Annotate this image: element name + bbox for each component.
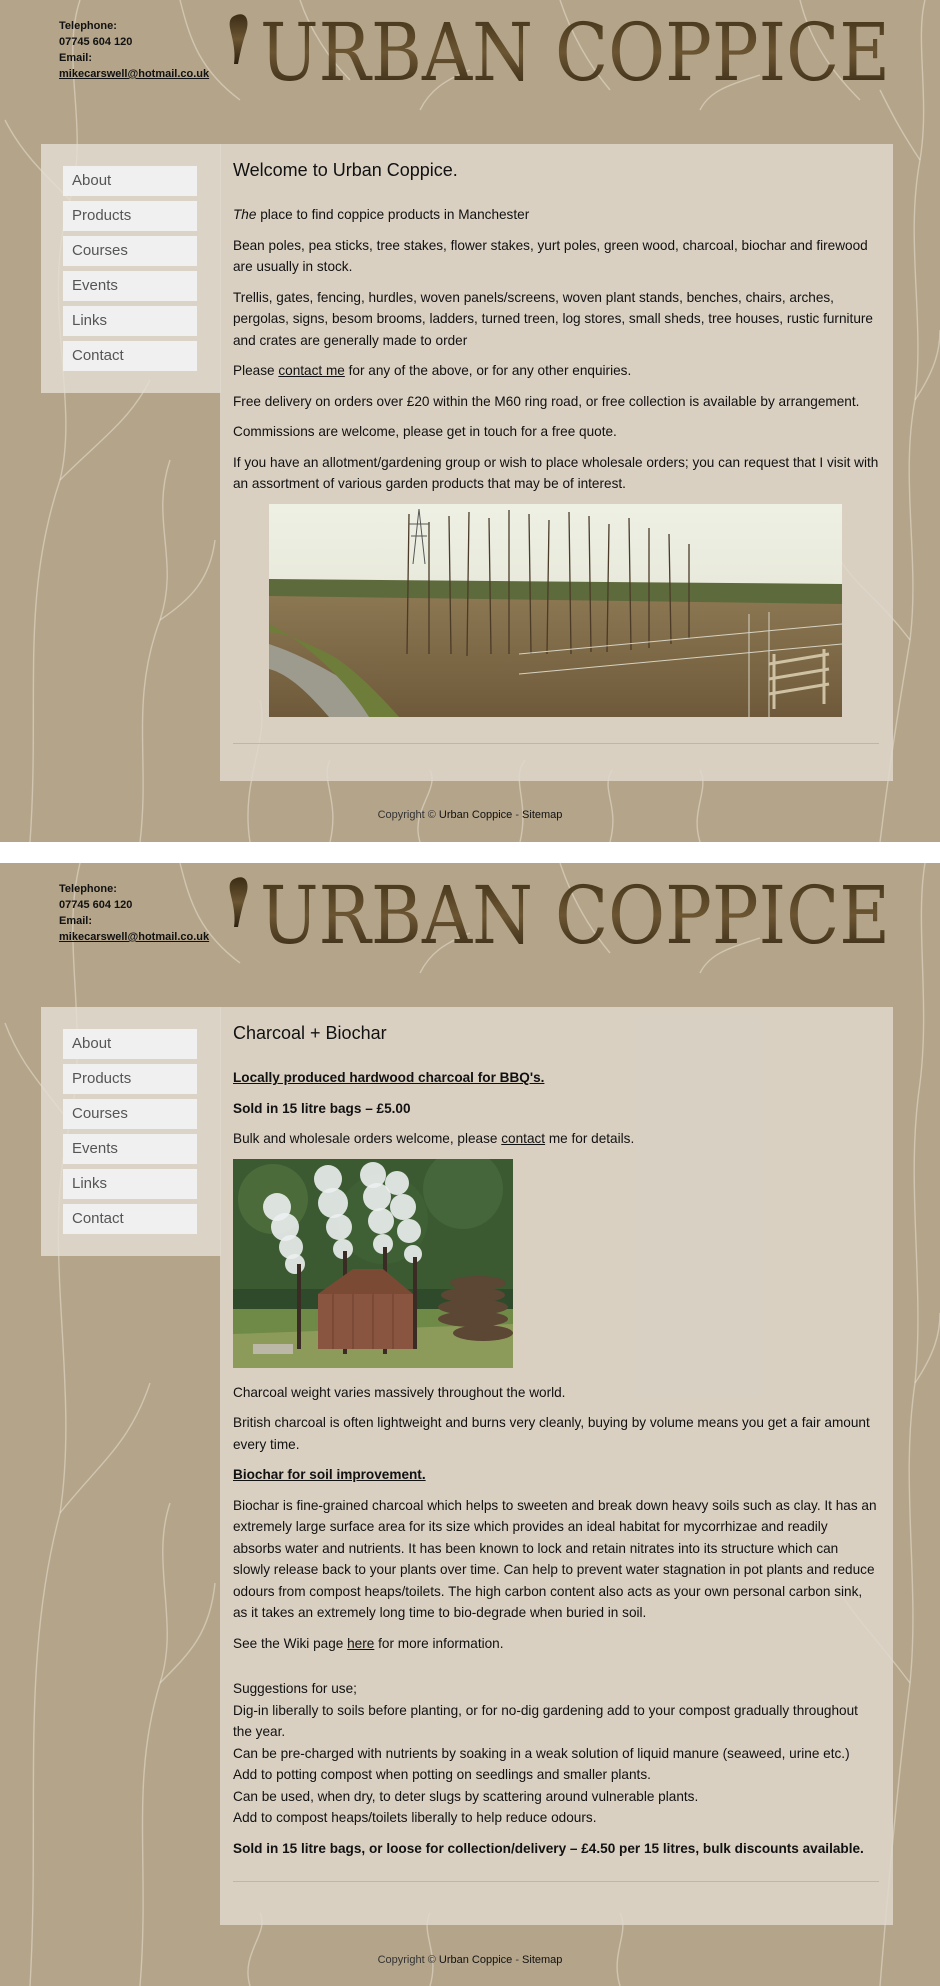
biochar-paragraph: Biochar is fine-grained charcoal which h… <box>233 1497 877 1621</box>
wiki-text-after: for more information. <box>374 1635 504 1651</box>
intro-paragraph: The place to find coppice products in Ma… <box>233 204 879 226</box>
nav-item-courses[interactable]: Courses <box>63 236 197 266</box>
made-to-order-paragraph: Trellis, gates, fencing, hurdles, woven … <box>233 289 873 348</box>
allotment-paragraph: If you have an allotment/gardening group… <box>233 454 879 492</box>
wiki-text-before: See the Wiki page <box>233 1635 348 1651</box>
footer-separator: - <box>512 809 523 821</box>
page-home: Telephone: 07745 604 120 Email: mikecars… <box>0 0 940 842</box>
suggestion-item: Can be pre-charged with nutrients by soa… <box>233 1745 850 1761</box>
main-content: Charcoal + Biochar Locally produced hard… <box>220 1007 893 1925</box>
nav-item-events[interactable]: Events <box>63 271 197 301</box>
nav-item-about[interactable]: About <box>63 1029 197 1059</box>
coppice-woodland-photo <box>269 503 842 717</box>
page-title: Welcome to Urban Coppice. <box>233 160 458 180</box>
footer-sitemap-link[interactable]: Sitemap <box>522 809 562 821</box>
footer-site-link[interactable]: Urban Coppice <box>439 1954 512 1966</box>
nav-item-courses[interactable]: Courses <box>63 1099 197 1129</box>
telephone-label: Telephone: <box>59 883 117 895</box>
footer-separator: - <box>512 1954 523 1966</box>
nav-item-products[interactable]: Products <box>63 201 197 231</box>
page-title: Charcoal + Biochar <box>233 1023 387 1043</box>
telephone-number: 07745 604 120 <box>59 899 133 911</box>
charcoal-kiln-photo <box>233 1158 513 1368</box>
suggestions-list: Suggestions for use; Dig-in liberally to… <box>233 1678 879 1829</box>
telephone-number: 07745 604 120 <box>59 36 133 48</box>
sidebar-nav: About Products Courses Events Links Cont… <box>41 1007 221 1256</box>
suggestion-item: Add to compost heaps/toilets liberally t… <box>233 1810 597 1825</box>
suggestion-item: Dig-in liberally to soils before plantin… <box>233 1702 858 1740</box>
suggestion-item: Add to potting compost when potting on s… <box>233 1767 651 1782</box>
logo-text: URBAN COPPICE <box>260 871 890 953</box>
contact-paragraph: Please contact me for any of the above, … <box>233 360 879 382</box>
wiki-paragraph: See the Wiki page here for more informat… <box>233 1633 879 1655</box>
bulk-text-after: me for details. <box>545 1131 635 1146</box>
logo-text: URBAN COPPICE <box>260 8 890 90</box>
footer: Copyright © Urban Coppice - Sitemap <box>0 809 940 821</box>
email-link[interactable]: mikecarswell@hotmail.co.uk <box>59 66 209 82</box>
intro-text: place to find coppice products in Manche… <box>256 207 530 222</box>
delivery-paragraph: Free delivery on orders over £20 within … <box>233 393 860 409</box>
biochar-heading: Biochar for soil improvement. <box>233 1467 426 1482</box>
british-charcoal-paragraph: British charcoal is often lightweight an… <box>233 1415 870 1452</box>
copyright-text: Copyright © <box>377 809 439 821</box>
email-link[interactable]: mikecarswell@hotmail.co.uk <box>59 929 209 945</box>
footer-sitemap-link[interactable]: Sitemap <box>522 1954 562 1966</box>
leaf-icon <box>229 877 248 927</box>
suggestions-heading: Suggestions for use; <box>233 1681 357 1696</box>
nav-item-contact[interactable]: Contact <box>63 1204 197 1234</box>
content-divider <box>233 1881 879 1882</box>
sidebar-nav: About Products Courses Events Links Cont… <box>41 144 221 393</box>
bulk-orders-paragraph: Bulk and wholesale orders welcome, pleas… <box>233 1128 879 1150</box>
footer: Copyright © Urban Coppice - Sitemap <box>0 1954 940 1966</box>
copyright-text: Copyright © <box>377 1954 439 1966</box>
intro-emphasis: The <box>233 207 257 222</box>
telephone-label: Telephone: <box>59 20 117 32</box>
weight-paragraph: Charcoal weight varies massively through… <box>233 1384 566 1400</box>
bulk-text-before: Bulk and wholesale orders welcome, pleas… <box>233 1131 502 1146</box>
email-label: Email: <box>59 52 93 64</box>
contact-me-link[interactable]: contact me <box>278 363 345 378</box>
content-divider <box>233 742 879 744</box>
nav-item-products[interactable]: Products <box>63 1064 197 1094</box>
email-label: Email: <box>59 915 93 927</box>
contact-text-before: Please <box>233 363 279 378</box>
contact-info: Telephone: 07745 604 120 Email: mikecars… <box>59 18 209 82</box>
charcoal-price: Sold in 15 litre bags – £5.00 <box>233 1100 411 1116</box>
wiki-here-link[interactable]: here <box>347 1636 374 1651</box>
contact-link[interactable]: contact <box>501 1131 545 1146</box>
nav-item-contact[interactable]: Contact <box>63 341 197 371</box>
footer-site-link[interactable]: Urban Coppice <box>439 809 512 821</box>
charcoal-heading: Locally produced hardwood charcoal for B… <box>233 1070 545 1085</box>
leaf-icon <box>229 14 248 64</box>
suggestion-item: Can be used, when dry, to deter slugs by… <box>233 1788 699 1804</box>
page-charcoal-biochar: Telephone: 07745 604 120 Email: mikecars… <box>0 863 940 1986</box>
contact-text-after: for any of the above, or for any other e… <box>344 363 632 378</box>
stock-paragraph: Bean poles, pea sticks, tree stakes, flo… <box>233 237 868 275</box>
nav-item-links[interactable]: Links <box>63 1169 197 1199</box>
commissions-paragraph: Commissions are welcome, please get in t… <box>233 424 617 439</box>
nav-item-links[interactable]: Links <box>63 306 197 336</box>
nav-item-events[interactable]: Events <box>63 1134 197 1164</box>
nav-item-about[interactable]: About <box>63 166 197 196</box>
final-price-note: Sold in 15 litre bags, or loose for coll… <box>233 1840 864 1856</box>
urban-coppice-logo[interactable]: URBAN COPPICE <box>228 6 892 99</box>
urban-coppice-logo[interactable]: URBAN COPPICE <box>228 869 892 962</box>
main-content: Welcome to Urban Coppice. The place to f… <box>220 144 893 781</box>
contact-info: Telephone: 07745 604 120 Email: mikecars… <box>59 881 209 945</box>
